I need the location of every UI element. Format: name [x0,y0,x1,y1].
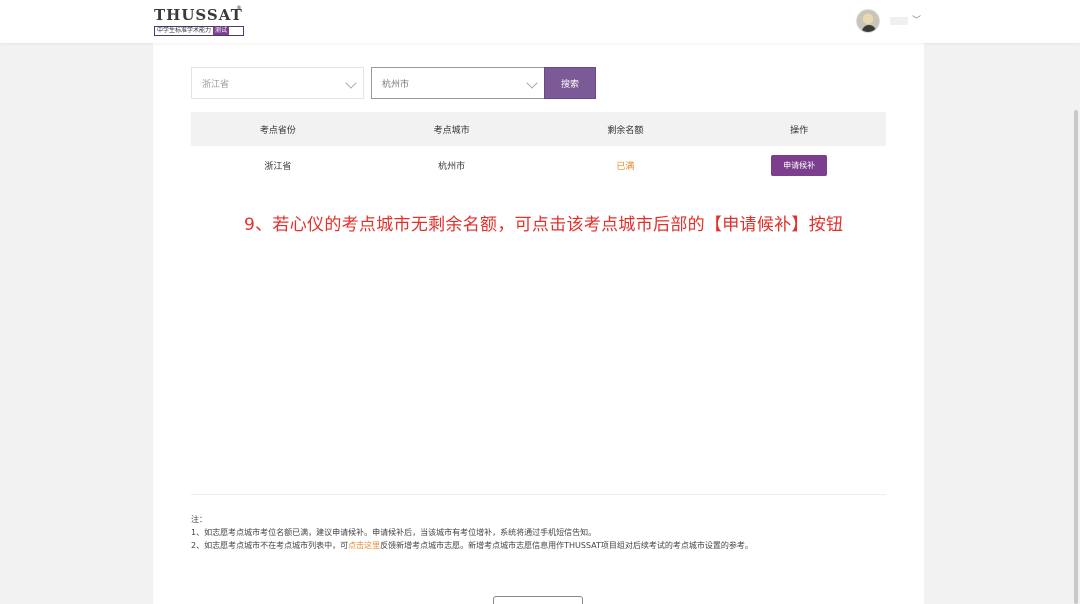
chevron-down-icon[interactable]: ﹀ [912,16,921,26]
note-line-1: 1、如志愿考点城市考位名额已满，建议申请候补。申请候补后，当该城市有考位增补，系… [191,528,597,537]
table-row: 浙江省 杭州市 已满 申请候补 [191,146,886,184]
logo-tag: 测试 [213,27,230,35]
city-select-value: 杭州市 [382,79,410,90]
chevron-down-icon [345,77,357,89]
top-bar: THUSSAT ® 中学生标准学术能力 测试 ﹀ [0,0,1080,43]
notes-section: 注： 1、如志愿考点城市考位名额已满，建议申请候补。申请候补后，当该城市有考位增… [191,513,891,552]
province-select[interactable]: 浙江省 [191,67,364,99]
header-action: 操作 [790,125,809,136]
logo-subtitle: 中学生标准学术能力 [157,27,212,34]
user-menu[interactable]: ﹀ [856,9,921,33]
feedback-link[interactable]: 点击这里 [348,541,380,550]
city-select[interactable]: 杭州市 [371,67,545,99]
main-panel: 浙江省 杭州市 搜索 考点省份 考点城市 剩余名额 操作 浙江省 杭州市 已满 … [153,43,924,604]
apply-waitlist-button[interactable]: 申请候补 [771,154,828,176]
header-remaining: 剩余名额 [607,125,644,136]
note-line-2-after: 反馈新增考点城市志愿。新增考点城市志愿信息用作THUSSAT项目组对后续考试的考… [380,541,753,550]
user-name-blurred [890,17,908,25]
row-action: 申请候补 [712,154,886,176]
header-province: 考点省份 [259,125,296,136]
search-button[interactable]: 搜索 [544,67,596,99]
exam-city-table: 考点省份 考点城市 剩余名额 操作 浙江省 杭州市 已满 申请候补 [191,112,886,184]
header-city: 考点城市 [433,125,470,136]
notes-title: 注： [191,515,207,524]
divider [191,494,886,495]
note-line-2: 2、如志愿考点城市不在考点城市列表中，可点击这里反馈新增考点城市志愿。新增考点城… [191,539,891,552]
chevron-down-icon [526,77,538,89]
avatar[interactable] [856,9,880,33]
thussat-logo[interactable]: THUSSAT ® 中学生标准学术能力 测试 [154,5,244,38]
page-scrollbar[interactable] [1074,110,1078,604]
logo-title: THUSSAT [154,6,243,24]
province-select-value: 浙江省 [202,79,230,90]
logo-subtitle-box: 中学生标准学术能力 测试 [154,26,244,36]
row-city: 杭州市 [438,161,466,172]
row-province: 浙江省 [264,161,292,172]
logo-registered-mark: ® [236,5,242,12]
note-line-2-before: 2、如志愿考点城市不在考点城市列表中，可 [191,541,349,550]
table-header: 考点省份 考点城市 剩余名额 操作 [191,112,886,146]
row-remaining-status: 已满 [616,161,635,172]
tutorial-annotation: 9、若心仪的考点城市无剩余名额，可点击该考点城市后部的【申请候补】按钮 [244,215,844,235]
bottom-button[interactable] [493,596,583,604]
